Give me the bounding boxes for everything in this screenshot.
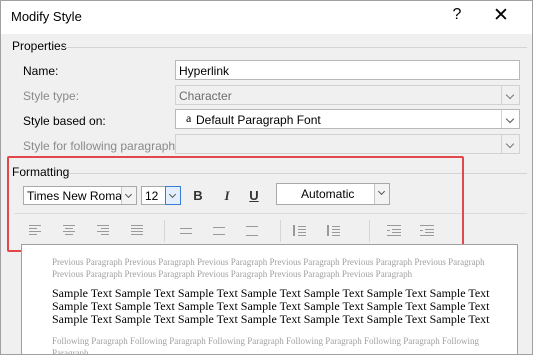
close-button[interactable]: ✕	[491, 4, 511, 27]
properties-heading: Properties	[12, 39, 67, 53]
chevron-down-icon	[501, 110, 519, 128]
style-based-on-value: Default Paragraph Font	[196, 113, 321, 127]
name-field[interactable]: Hyperlink	[175, 60, 520, 80]
chevron-down-icon	[501, 135, 519, 153]
chevron-down-icon	[501, 86, 519, 104]
dialog-title: Modify Style	[11, 9, 82, 24]
following-paragraph-text: Following Paragraph Following Paragraph …	[52, 336, 479, 355]
style-based-on-dropdown[interactable]: a Default Paragraph Font	[175, 109, 520, 129]
style-based-on-label: Style based on:	[23, 114, 106, 128]
following-style-dropdown[interactable]	[175, 134, 520, 154]
formatting-highlight-box	[7, 156, 464, 252]
style-type-dropdown[interactable]: Character	[175, 85, 520, 105]
style-type-value: Character	[179, 89, 232, 103]
style-type-label: Style type:	[23, 89, 80, 103]
title-bar: Modify Style ? ✕	[1, 1, 532, 34]
help-button[interactable]: ?	[447, 6, 467, 24]
sample-text: Sample Text Sample Text Sample Text Samp…	[52, 286, 490, 326]
previous-paragraph-text: Previous Paragraph Previous Paragraph Pr…	[52, 257, 485, 279]
properties-divider	[65, 47, 527, 48]
following-style-label: Style for following paragraph:	[23, 139, 179, 153]
modify-style-dialog: Modify Style ? ✕ Properties Name: Hyperl…	[0, 0, 533, 355]
name-label: Name:	[23, 64, 59, 78]
preview-pane: Previous Paragraph Previous Paragraph Pr…	[21, 244, 518, 355]
name-value: Hyperlink	[179, 64, 230, 78]
character-style-icon: a	[186, 111, 192, 125]
